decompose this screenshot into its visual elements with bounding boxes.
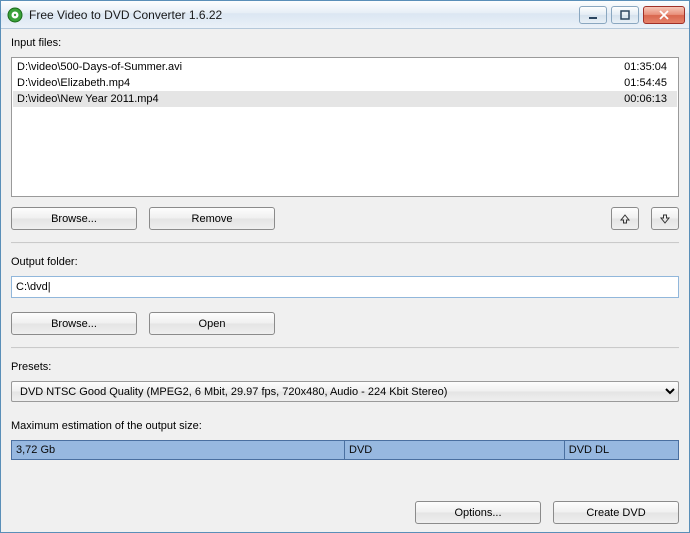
open-output-button[interactable]: Open	[149, 312, 275, 335]
file-path: D:\video\Elizabeth.mp4	[17, 77, 603, 89]
browse-output-button[interactable]: Browse...	[11, 312, 137, 335]
minimize-button[interactable]	[579, 6, 607, 24]
list-item[interactable]: D:\video\500-Days-of-Summer.avi01:35:04	[13, 59, 677, 75]
list-item[interactable]: D:\video\Elizabeth.mp401:54:45	[13, 75, 677, 91]
divider	[11, 242, 679, 244]
output-size-label: Maximum estimation of the output size:	[11, 420, 679, 432]
input-files-label: Input files:	[11, 37, 679, 49]
file-path: D:\video\New Year 2011.mp4	[17, 93, 603, 105]
input-files-list[interactable]: D:\video\500-Days-of-Summer.avi01:35:04D…	[11, 57, 679, 197]
maximize-icon	[620, 10, 630, 20]
maximize-button[interactable]	[611, 6, 639, 24]
file-duration: 01:54:45	[603, 77, 673, 89]
file-path: D:\video\500-Days-of-Summer.avi	[17, 61, 603, 73]
browse-input-button[interactable]: Browse...	[11, 207, 137, 230]
window-body: Input files: D:\video\500-Days-of-Summer…	[1, 29, 689, 532]
output-folder-input[interactable]	[11, 276, 679, 298]
presets-label: Presets:	[11, 361, 679, 373]
options-button[interactable]: Options...	[415, 501, 541, 524]
arrow-up-icon	[619, 213, 631, 225]
presets-select[interactable]: DVD NTSC Good Quality (MPEG2, 6 Mbit, 29…	[11, 381, 679, 402]
output-folder-label: Output folder:	[11, 256, 679, 268]
size-mark-dvddl: DVD DL	[565, 441, 678, 459]
app-icon	[7, 7, 23, 23]
file-duration: 01:35:04	[603, 61, 673, 73]
titlebar: Free Video to DVD Converter 1.6.22	[1, 1, 689, 29]
move-down-button[interactable]	[651, 207, 679, 230]
output-size-bar: 3,72 Gb DVD DVD DL	[11, 440, 679, 460]
size-mark-dvd: DVD	[345, 441, 565, 459]
file-duration: 00:06:13	[603, 93, 673, 105]
minimize-icon	[588, 10, 598, 20]
size-estimate-value: 3,72 Gb	[12, 441, 345, 459]
arrow-down-icon	[659, 213, 671, 225]
close-button[interactable]	[643, 6, 685, 24]
move-up-button[interactable]	[611, 207, 639, 230]
close-icon	[658, 10, 670, 20]
list-item[interactable]: D:\video\New Year 2011.mp400:06:13	[13, 91, 677, 107]
app-window: Free Video to DVD Converter 1.6.22 Input…	[0, 0, 690, 533]
create-dvd-button[interactable]: Create DVD	[553, 501, 679, 524]
remove-button[interactable]: Remove	[149, 207, 275, 230]
window-title: Free Video to DVD Converter 1.6.22	[29, 8, 579, 22]
footer-buttons: Options... Create DVD	[11, 491, 679, 524]
divider	[11, 347, 679, 349]
